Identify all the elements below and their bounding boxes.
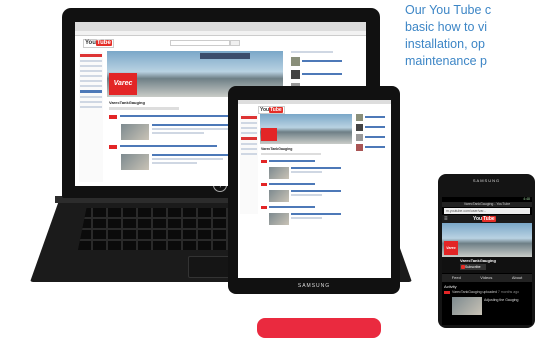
varec-mini-icon: [444, 291, 450, 294]
channel-tabs[interactable]: [109, 107, 179, 110]
guide-item[interactable]: [80, 60, 102, 62]
browser-title: VarecTankGauging - YouTube: [442, 202, 532, 207]
feed-item[interactable]: [261, 160, 353, 163]
browser-tab-bar: [75, 22, 366, 31]
varec-logo: Varec: [444, 241, 458, 255]
guide-item[interactable]: [241, 148, 257, 150]
channel-tabs[interactable]: [261, 153, 321, 155]
guide-item[interactable]: [241, 153, 257, 155]
youtube-logo[interactable]: YouTube: [83, 39, 114, 48]
guide-item-active[interactable]: [241, 137, 257, 140]
channel-title: VarecTankGauging: [109, 100, 145, 105]
tablet-status-bar: [238, 100, 391, 104]
guide-item[interactable]: [80, 80, 102, 82]
phone-brand: SAMSUNG: [472, 178, 501, 183]
related-channels: [356, 114, 389, 184]
browser-toolbar: [75, 31, 366, 36]
guide-item[interactable]: [241, 127, 257, 129]
guide-item-active[interactable]: [241, 116, 257, 119]
video-thumbnail[interactable]: [269, 167, 289, 179]
channel-title: VarecTankGauging: [460, 258, 496, 263]
guide-item[interactable]: [80, 96, 102, 98]
channel-tabs: Feed Videos About: [442, 274, 532, 282]
subscribe-label: Subscribe: [465, 265, 481, 269]
guide-item[interactable]: [80, 75, 102, 77]
feed-item[interactable]: [261, 213, 353, 225]
youtube-logo[interactable]: YouTube: [258, 106, 285, 114]
guide-item[interactable]: [241, 132, 257, 134]
feed-item[interactable]: [261, 206, 353, 209]
status-time: 4:48: [523, 197, 530, 201]
tab-feed[interactable]: Feed: [452, 274, 461, 282]
red-action-button[interactable]: [257, 318, 381, 338]
search-input[interactable]: [170, 40, 230, 46]
guide-item[interactable]: [80, 106, 102, 108]
search-button[interactable]: [230, 40, 240, 46]
video-thumbnail[interactable]: [121, 154, 149, 170]
guide-item-selected[interactable]: [80, 90, 102, 93]
varec-mini-icon: [109, 145, 117, 149]
guide-item[interactable]: [80, 70, 102, 72]
tablet-screen: YouTube VarecTankGauging: [238, 100, 391, 278]
url-bar[interactable]: m.youtube.com/user/var...: [444, 208, 530, 214]
varec-logo: Varec: [109, 73, 137, 95]
caption-line: Our You Tube c: [405, 3, 492, 17]
guide-item[interactable]: [241, 143, 257, 145]
banner-notice: [200, 53, 250, 59]
video-thumbnail[interactable]: [269, 213, 289, 225]
caption-line: installation, op: [405, 37, 485, 51]
activity-item[interactable]: VarecTankGauging uploaded 7 months ago: [452, 290, 519, 294]
tablet-brand: SAMSUNG: [297, 283, 331, 289]
activity-feed: [261, 160, 353, 225]
guide-item[interactable]: [80, 65, 102, 67]
guide-item[interactable]: [80, 85, 102, 87]
youtube-description-text: Our You Tube c basic how to vi installat…: [405, 2, 535, 70]
caption-line: maintenance p: [405, 54, 488, 68]
varec-mini-icon: [109, 115, 117, 119]
feed-item[interactable]: [261, 183, 353, 186]
feed-item[interactable]: [261, 190, 353, 202]
video-title[interactable]: Adjusting the Gauging: [484, 298, 518, 302]
guide-item-active[interactable]: [80, 54, 102, 57]
subscribe-icon: [461, 265, 465, 269]
youtube-logo[interactable]: YouTube: [472, 216, 497, 222]
tab-videos[interactable]: Videos: [480, 274, 492, 282]
video-thumbnail[interactable]: [121, 124, 149, 140]
caption-line: basic how to vi: [405, 20, 487, 34]
channel-title: VarecTankGauging: [261, 147, 293, 151]
activity-heading: Activity: [444, 284, 457, 289]
phone-screen: 4:48 VarecTankGauging - YouTube m.youtub…: [442, 197, 532, 325]
guide-item[interactable]: [241, 122, 257, 124]
video-thumbnail[interactable]: [269, 190, 289, 202]
menu-icon[interactable]: ≡: [444, 216, 448, 222]
guide-sidebar: [240, 114, 258, 214]
guide-item[interactable]: [80, 101, 102, 103]
varec-logo: [261, 128, 277, 141]
guide-sidebar: [79, 52, 103, 182]
feed-item[interactable]: [261, 167, 353, 179]
tab-about[interactable]: About: [512, 274, 522, 282]
video-thumbnail[interactable]: [452, 297, 482, 315]
